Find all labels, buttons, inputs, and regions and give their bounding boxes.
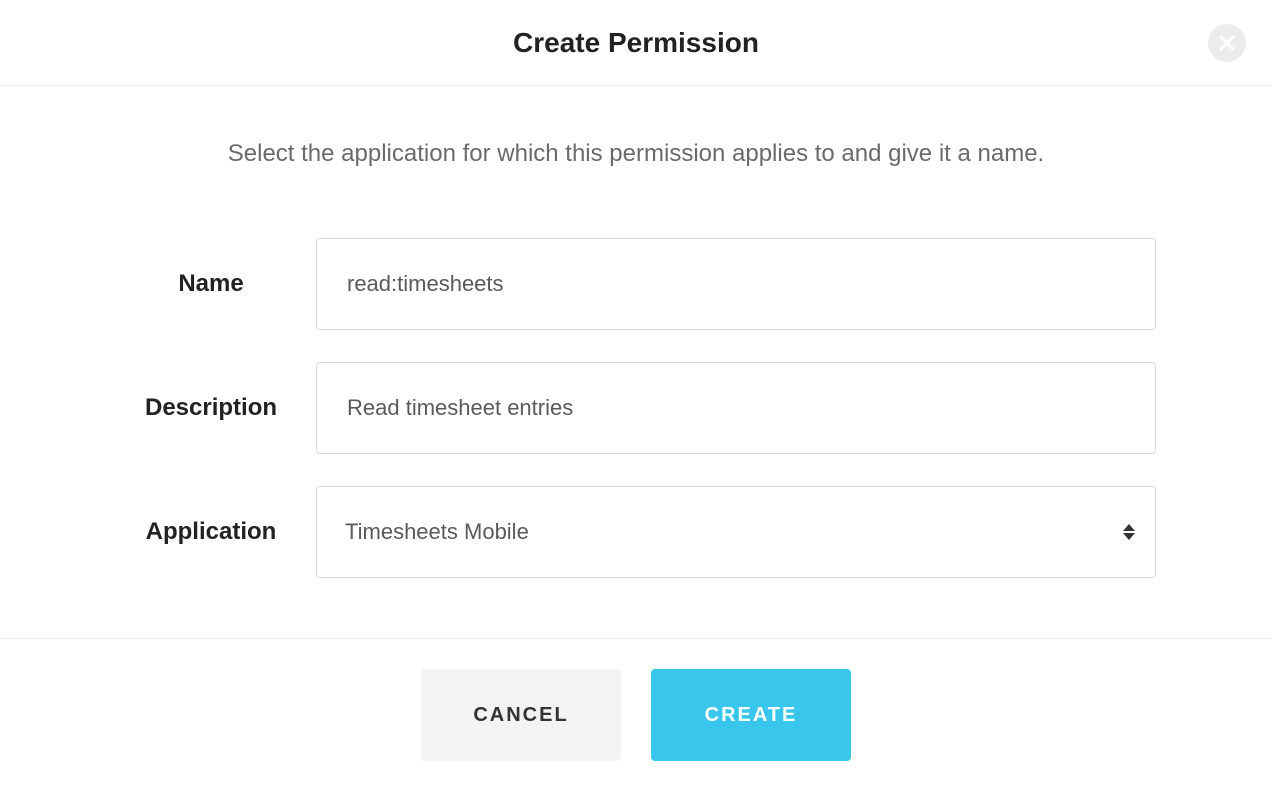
application-label: Application bbox=[116, 518, 316, 546]
select-arrows-icon bbox=[1123, 524, 1135, 540]
permission-form: Name Description Application Timesheets … bbox=[116, 238, 1156, 578]
description-input-wrap bbox=[316, 362, 1156, 454]
create-button[interactable]: CREATE bbox=[651, 669, 851, 761]
dialog-footer: CANCEL CREATE bbox=[0, 638, 1272, 761]
form-row-application: Application Timesheets Mobile bbox=[116, 486, 1156, 578]
name-input[interactable] bbox=[345, 270, 1127, 298]
description-label: Description bbox=[116, 394, 316, 422]
form-row-description: Description bbox=[116, 362, 1156, 454]
application-selected-value: Timesheets Mobile bbox=[345, 519, 529, 545]
close-button[interactable] bbox=[1208, 24, 1246, 62]
description-input[interactable] bbox=[345, 394, 1127, 422]
cancel-button[interactable]: CANCEL bbox=[421, 669, 621, 761]
close-icon bbox=[1218, 34, 1236, 52]
dialog-header: Create Permission bbox=[0, 0, 1272, 86]
form-row-name: Name bbox=[116, 238, 1156, 330]
application-select[interactable]: Timesheets Mobile bbox=[316, 486, 1156, 578]
dialog-subtitle: Select the application for which this pe… bbox=[0, 140, 1272, 168]
name-label: Name bbox=[116, 270, 316, 298]
name-input-wrap bbox=[316, 238, 1156, 330]
dialog-title: Create Permission bbox=[513, 27, 759, 59]
